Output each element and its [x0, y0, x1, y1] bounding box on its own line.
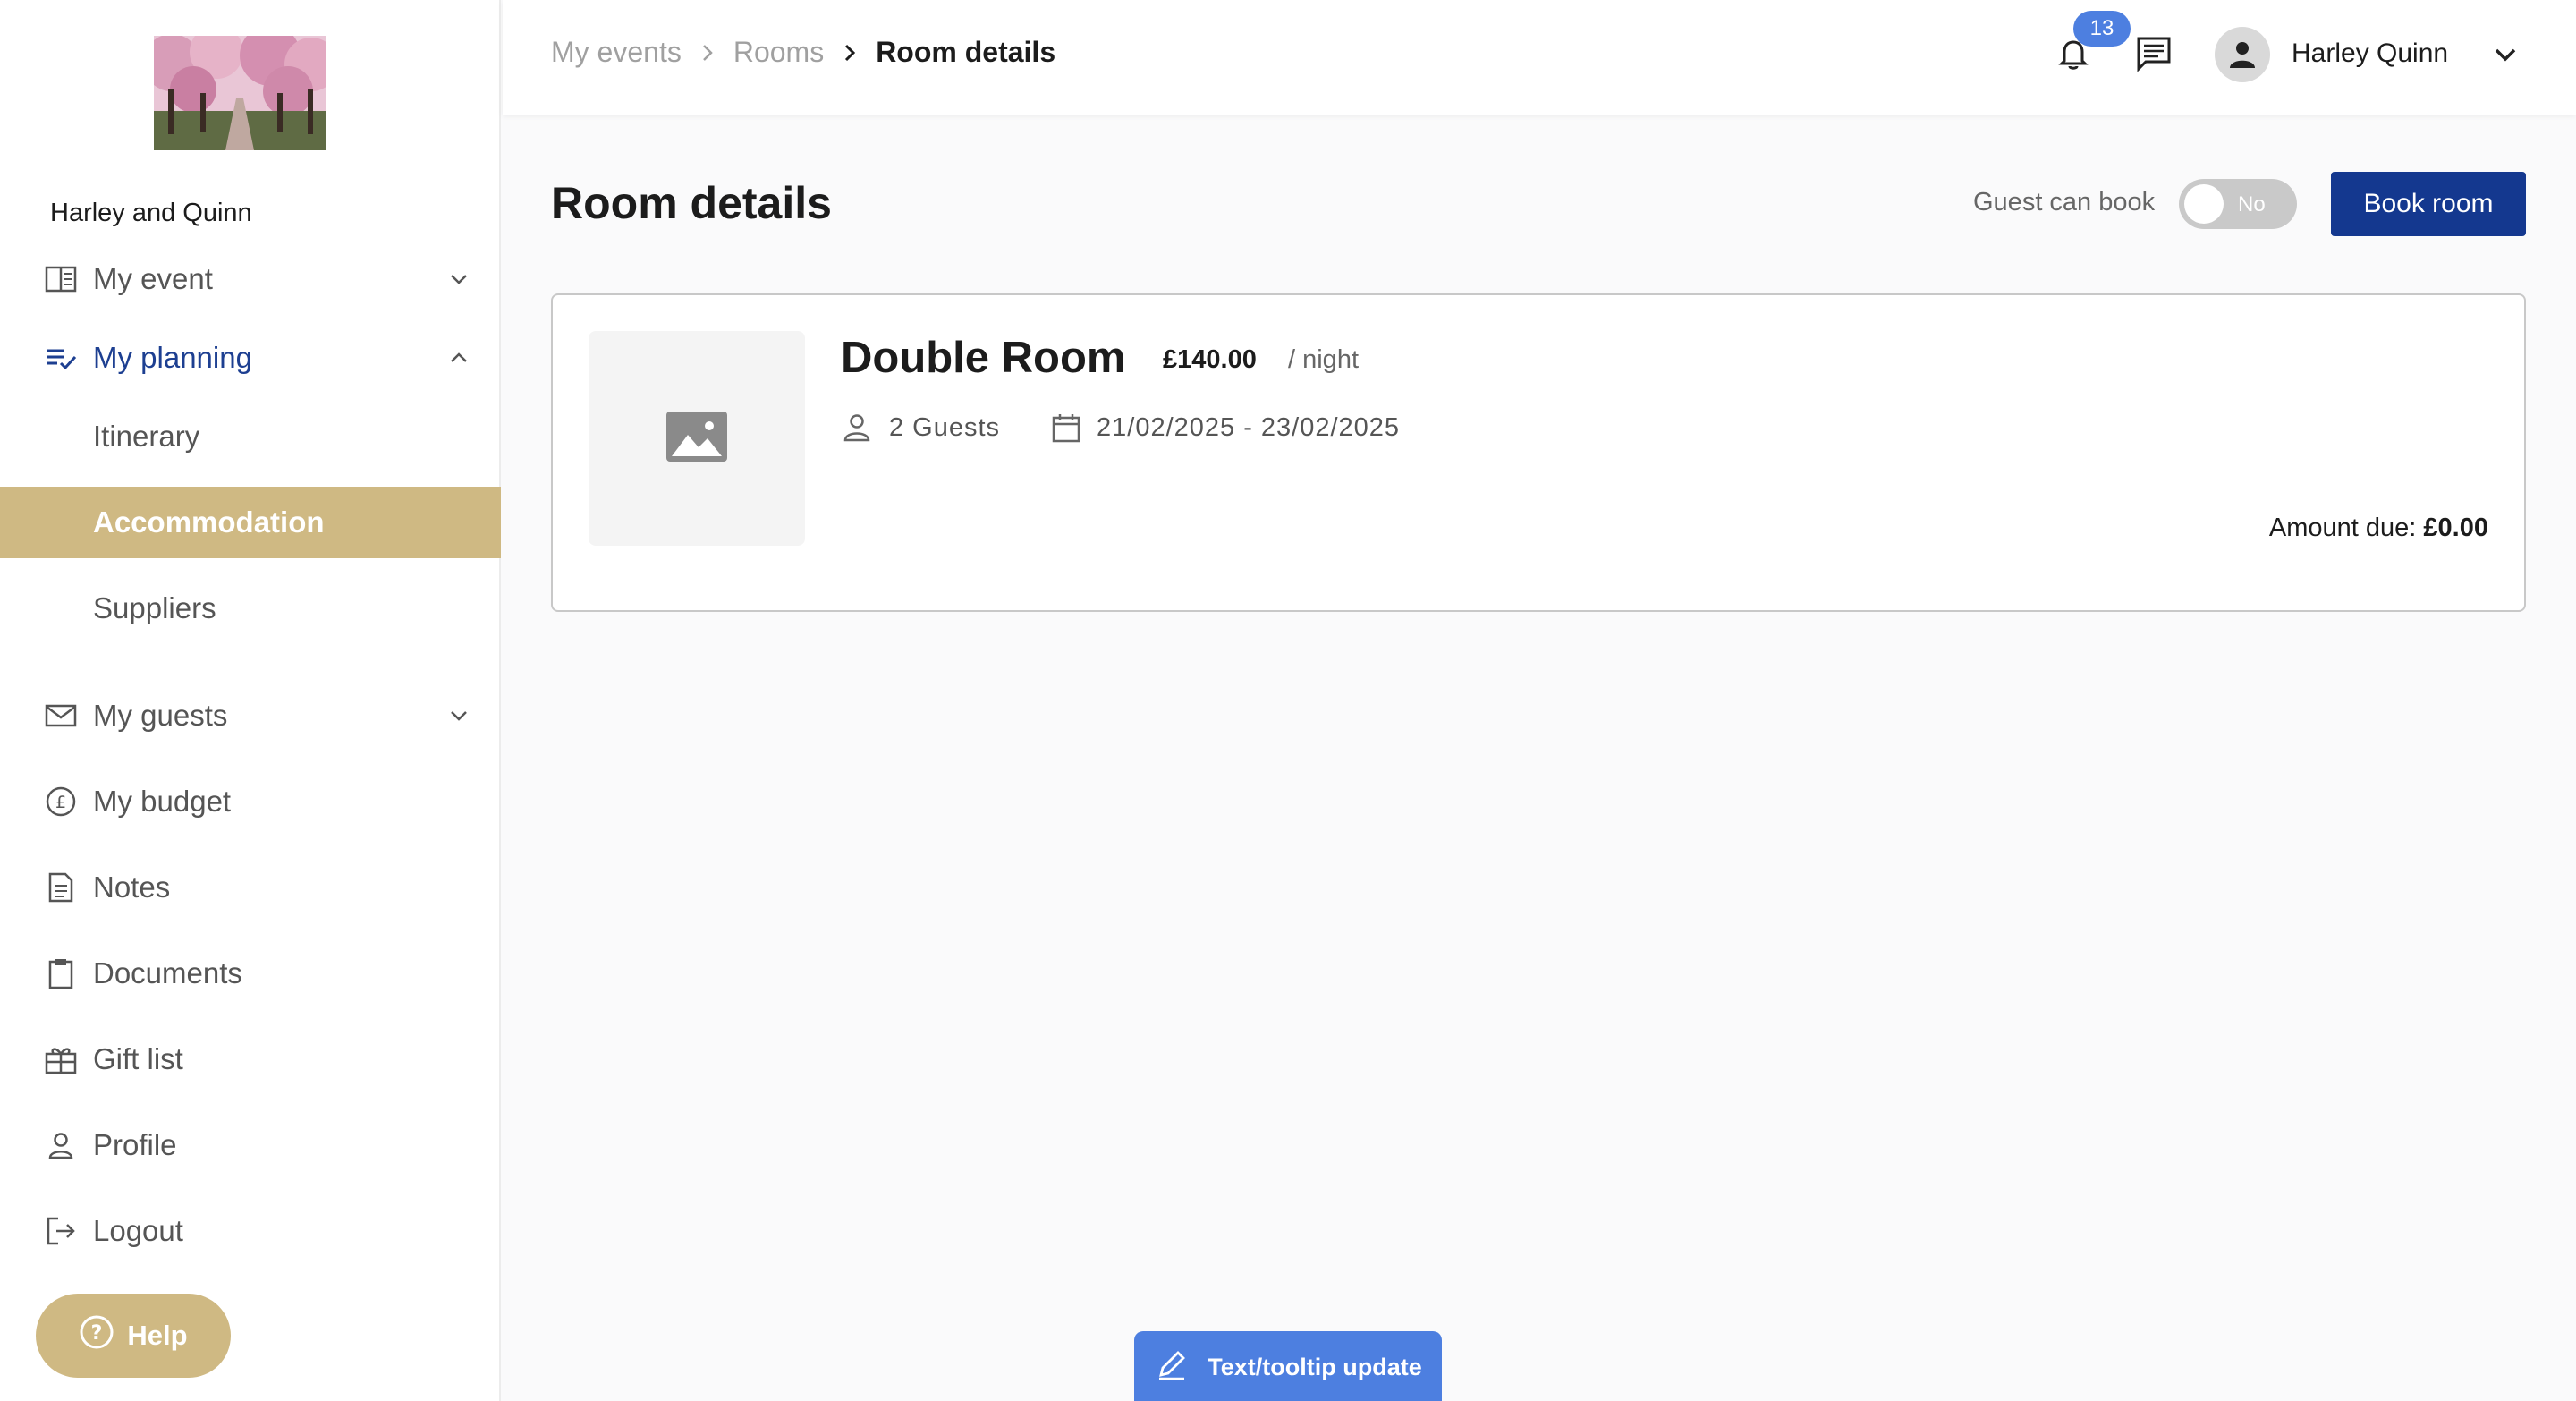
event-logo-image: [154, 36, 326, 150]
room-guests: 2 Guests: [889, 413, 1001, 442]
event-name: Harley and Quinn: [50, 199, 252, 227]
chevron-down-icon: [447, 267, 470, 291]
sidebar-item-label: Suppliers: [93, 591, 216, 624]
user-name[interactable]: Harley Quinn: [2292, 38, 2448, 69]
pencil-icon: [1154, 1346, 1190, 1388]
image-icon: [666, 411, 727, 466]
room-card: Double Room £140.00 / night 2 Guests 21/…: [551, 293, 2526, 612]
amount-due: Amount due: £0.00: [2269, 514, 2488, 543]
person-icon: [841, 412, 873, 444]
room-image-placeholder: [589, 331, 805, 546]
person-icon: [2230, 42, 2255, 68]
svg-text:?: ?: [91, 1322, 103, 1345]
sidebar-item-my-planning[interactable]: My planning: [0, 322, 501, 394]
sidebar-item-documents[interactable]: Documents: [0, 938, 501, 1009]
question-circle-icon: ?: [79, 1314, 114, 1357]
logout-icon: [43, 1213, 79, 1249]
guest-can-book-toggle[interactable]: No: [2179, 179, 2297, 229]
sidebar-item-label: Documents: [93, 956, 242, 989]
page-title: Room details: [551, 178, 832, 228]
amount-due-value: £0.00: [2423, 514, 2488, 542]
chevron-down-icon[interactable]: [2490, 39, 2521, 70]
sidebar-item-my-budget[interactable]: £ My budget: [0, 766, 501, 837]
chevron-up-icon: [447, 346, 470, 369]
sidebar-item-label: My budget: [93, 785, 232, 818]
sidebar-item-my-guests[interactable]: My guests: [0, 680, 501, 751]
room-price-unit: / night: [1288, 345, 1359, 374]
sidebar-item-itinerary[interactable]: Itinerary: [0, 401, 501, 472]
clipboard-icon: [43, 955, 79, 991]
notification-badge: 13: [2073, 11, 2131, 47]
sidebar-item-label: Notes: [93, 870, 171, 904]
chevron-right-icon: [843, 43, 856, 63]
book-room-button[interactable]: Book room: [2331, 172, 2526, 236]
help-label: Help: [127, 1320, 188, 1351]
top-bar: My events Rooms Room details 13 Harley Q…: [503, 0, 2576, 115]
guest-can-book-label: Guest can book: [1973, 188, 2156, 217]
breadcrumb: My events Rooms Room details: [551, 36, 1055, 69]
tooltip-update-label: Text/tooltip update: [1208, 1353, 1422, 1380]
sidebar-item-label: Profile: [93, 1128, 177, 1161]
toggle-knob: [2184, 184, 2224, 224]
sidebar-item-suppliers[interactable]: Suppliers: [0, 573, 501, 644]
help-button[interactable]: ? Help: [36, 1294, 231, 1378]
sidebar-item-logout[interactable]: Logout: [0, 1195, 501, 1267]
room-price: £140.00: [1163, 345, 1257, 374]
note-icon: [43, 870, 79, 905]
sidebar-item-label: My guests: [93, 699, 228, 732]
breadcrumb-my-events[interactable]: My events: [551, 36, 682, 69]
gift-icon: [43, 1041, 79, 1077]
breadcrumb-rooms[interactable]: Rooms: [733, 36, 824, 69]
sidebar-item-profile[interactable]: Profile: [0, 1109, 501, 1181]
toggle-value: No: [2238, 192, 2266, 217]
svg-text:£: £: [55, 793, 66, 812]
amount-due-label: Amount due:: [2268, 514, 2417, 542]
sidebar-item-label: Itinerary: [93, 420, 200, 453]
calendar-icon: [1050, 412, 1082, 444]
sidebar-item-notes[interactable]: Notes: [0, 852, 501, 923]
pound-coin-icon: £: [43, 784, 79, 819]
room-dates: 21/02/2025 - 23/02/2025: [1097, 413, 1401, 442]
sidebar-item-label: My event: [93, 262, 213, 295]
avatar[interactable]: [2215, 27, 2270, 82]
sidebar-item-gift-list[interactable]: Gift list: [0, 1023, 501, 1095]
sidebar-item-my-event[interactable]: My event: [0, 243, 501, 315]
text-tooltip-update-button[interactable]: Text/tooltip update: [1134, 1331, 1442, 1401]
chevron-right-icon: [701, 43, 714, 63]
sidebar-item-label: Gift list: [93, 1042, 183, 1075]
sidebar-item-label: Accommodation: [93, 505, 325, 539]
sidebar-item-label: My planning: [93, 341, 252, 374]
chat-icon[interactable]: [2134, 34, 2174, 73]
person-icon: [43, 1127, 79, 1163]
book-open-icon: [43, 261, 79, 297]
checklist-icon: [43, 340, 79, 376]
sidebar: Harley and Quinn My event My planning It…: [0, 0, 501, 1401]
chevron-down-icon: [447, 704, 470, 727]
sidebar-item-accommodation[interactable]: Accommodation: [0, 487, 501, 558]
breadcrumb-room-details: Room details: [876, 36, 1056, 68]
room-name: Double Room: [841, 334, 1126, 382]
mail-icon: [43, 698, 79, 734]
sidebar-item-label: Logout: [93, 1214, 183, 1247]
